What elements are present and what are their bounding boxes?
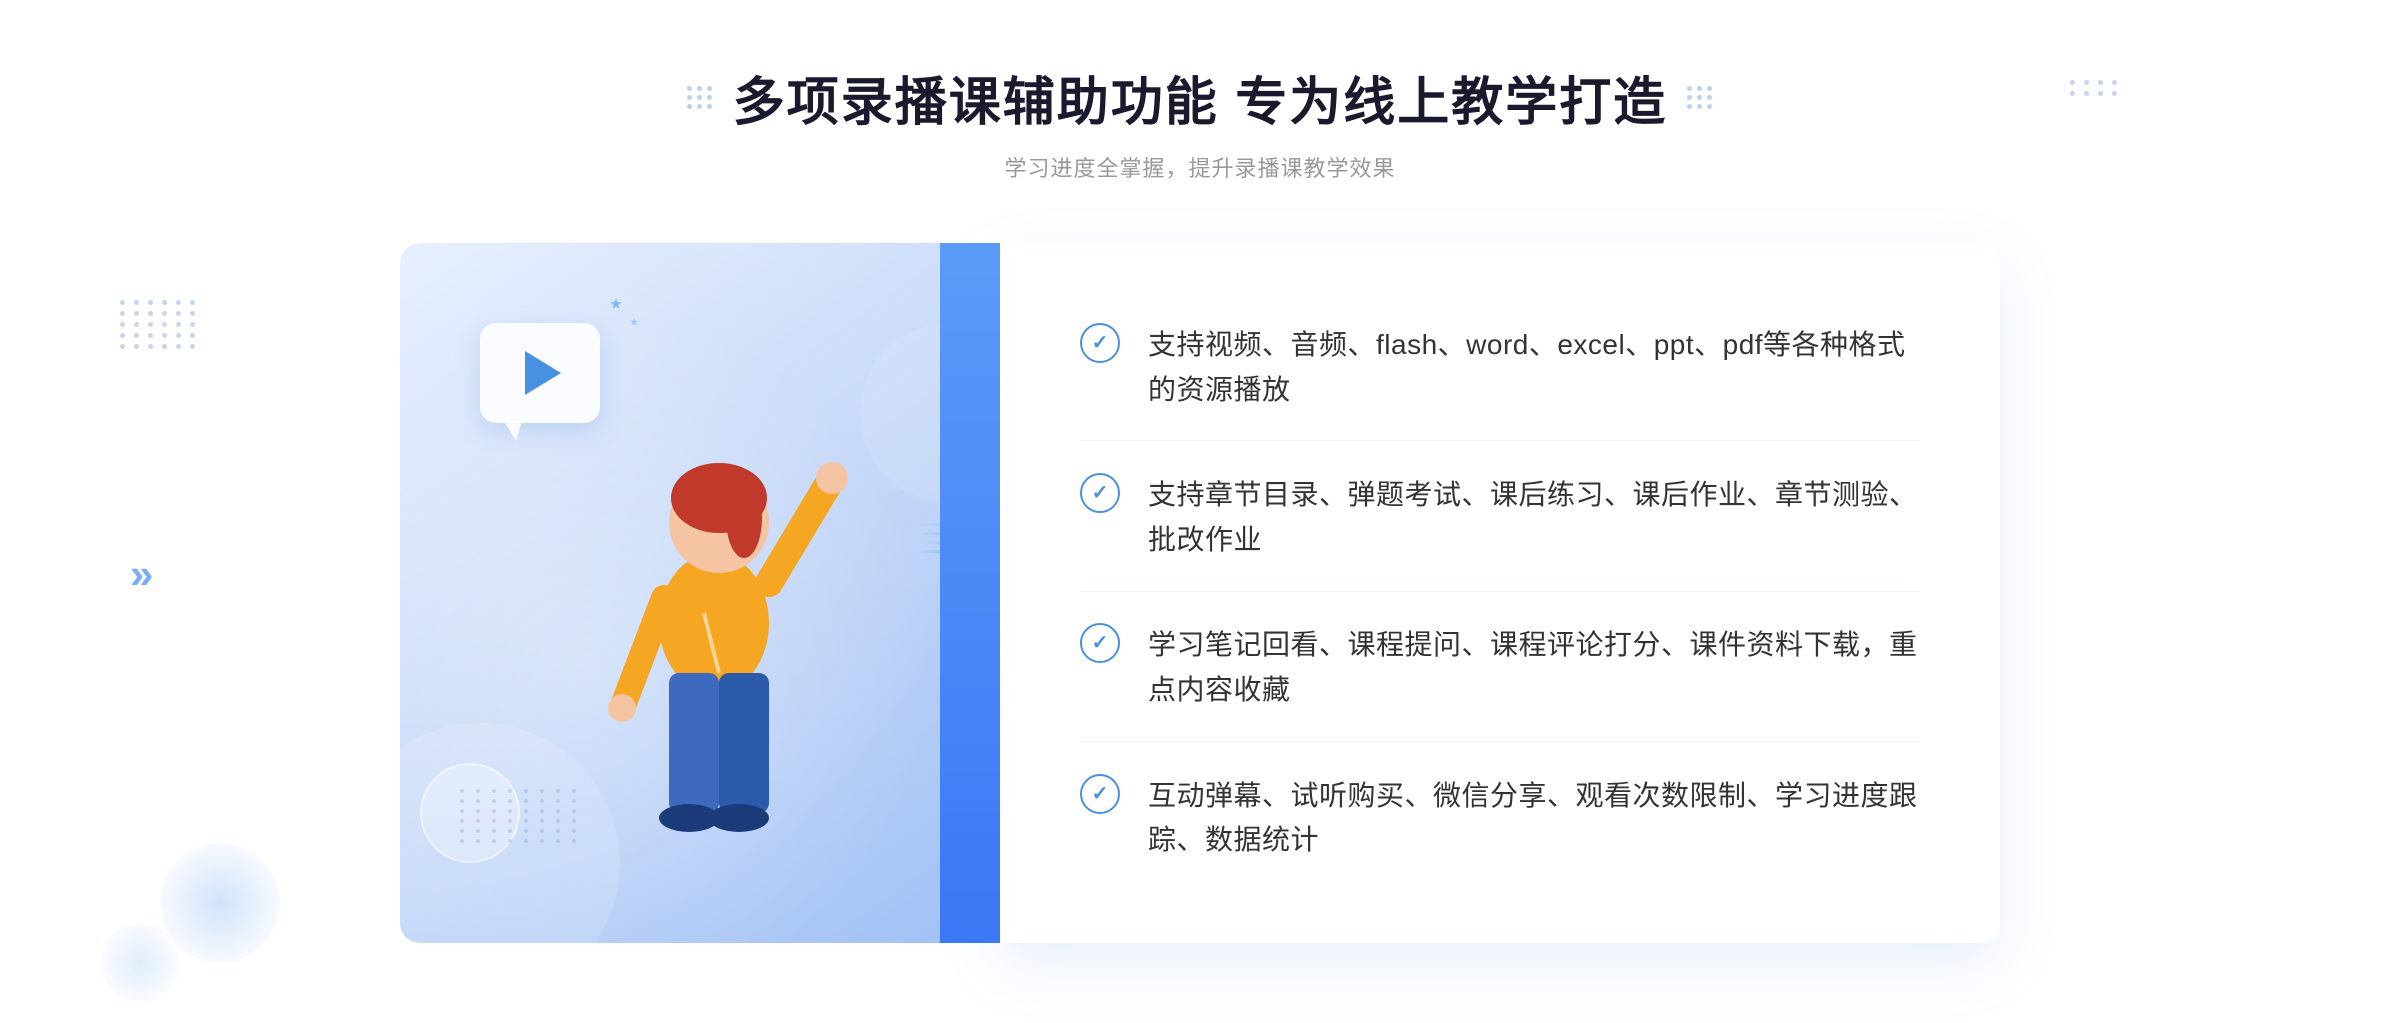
main-title: 多项录播课辅助功能 专为线上教学打造 [733,60,1667,135]
check-circle-2: ✓ [1080,473,1120,513]
page-container: » 多项录播课辅助功能 专为线上教学打造 [0,0,2400,1023]
check-mark-2: ✓ [1092,483,1109,503]
play-bubble [480,323,600,423]
star-1 [610,298,622,310]
feature-text-4: 互动弹幕、试听购买、微信分享、观看次数限制、学习进度跟踪、数据统计 [1148,774,1920,864]
feature-text-2: 支持章节目录、弹题考试、课后练习、课后作业、章节测验、批改作业 [1148,473,1920,563]
star-2 [630,318,638,326]
header-section: 多项录播课辅助功能 专为线上教学打造 学习进度全掌握，提升录播课教学效果 [687,60,1713,183]
title-dots-right [1687,86,1713,109]
decorative-dots-left [120,300,198,349]
decorative-circle-2 [100,923,180,1003]
check-mark-3: ✓ [1092,633,1109,653]
check-circle-4: ✓ [1080,774,1120,814]
decorative-dots-right [2070,80,2120,96]
subtitle: 学习进度全掌握，提升录播课教学效果 [1004,151,1395,183]
title-dots-left [687,86,713,109]
double-chevron-icon: » [130,550,153,598]
feature-text-1: 支持视频、音频、flash、word、excel、ppt、pdf等各种格式的资源… [1148,323,1920,413]
features-panel: ✓ 支持视频、音频、flash、word、excel、ppt、pdf等各种格式的… [1000,243,2000,943]
feature-item-2: ✓ 支持章节目录、弹题考试、课后练习、课后作业、章节测验、批改作业 [1080,445,1920,592]
check-mark-1: ✓ [1092,333,1109,353]
dots-grid-illustration [460,789,582,843]
feature-item-1: ✓ 支持视频、音频、flash、word、excel、ppt、pdf等各种格式的… [1080,295,1920,442]
content-area: ✓ 支持视频、音频、flash、word、excel、ppt、pdf等各种格式的… [400,243,2000,943]
decorative-circle-1 [160,843,280,963]
check-circle-3: ✓ [1080,623,1120,663]
check-mark-4: ✓ [1092,784,1109,804]
blue-bar [940,243,1000,943]
play-icon [525,351,561,395]
illustration-card [400,243,1000,943]
person-illustration [574,423,854,943]
feature-item-4: ✓ 互动弹幕、试听购买、微信分享、观看次数限制、学习进度跟踪、数据统计 [1080,746,1920,892]
feature-text-3: 学习笔记回看、课程提问、课程评论打分、课件资料下载，重点内容收藏 [1148,623,1920,713]
check-circle-1: ✓ [1080,323,1120,363]
title-row: 多项录播课辅助功能 专为线上教学打造 [687,60,1713,135]
feature-item-3: ✓ 学习笔记回看、课程提问、课程评论打分、课件资料下载，重点内容收藏 [1080,595,1920,742]
